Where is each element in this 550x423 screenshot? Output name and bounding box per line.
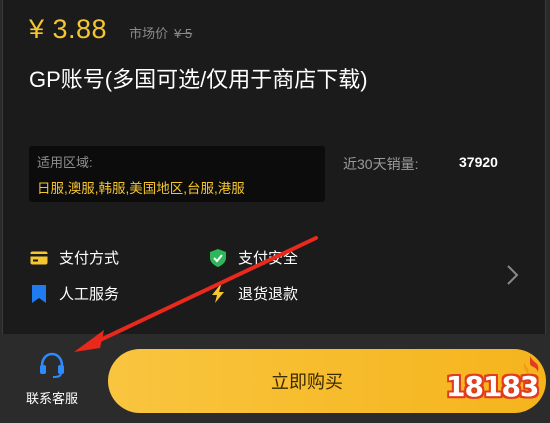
product-title: GP账号(多国可选/仅用于商店下载) xyxy=(29,67,368,92)
sales-value: 37920 xyxy=(459,154,498,170)
headset-icon xyxy=(40,352,64,378)
shield-check-icon xyxy=(208,248,228,268)
feature-human-service-label: 人工服务 xyxy=(59,286,120,303)
region-label: 适用区域: xyxy=(37,155,93,170)
chevron-right-icon[interactable] xyxy=(505,264,521,286)
market-price-label: 市场价 xyxy=(129,26,169,41)
feature-payment-method-label: 支付方式 xyxy=(59,250,120,267)
region-value: 日服,澳服,韩服,美国地区,台服,港服 xyxy=(37,181,245,196)
customer-service-label: 联系客服 xyxy=(25,391,78,406)
feature-refund-label: 退货退款 xyxy=(238,286,299,303)
price-row: ¥ 3.88 市场价 ¥ 5 xyxy=(29,14,192,45)
region-box: 适用区域: 日服,澳服,韩服,美国地区,台服,港服 xyxy=(29,146,325,202)
market-price-value: ¥ 5 xyxy=(174,26,193,41)
card-icon xyxy=(29,248,49,268)
price: ¥ 3.88 xyxy=(29,14,108,44)
buy-now-label: 立即购买 xyxy=(271,372,343,392)
bookmark-icon xyxy=(29,284,49,304)
feature-payment-security[interactable]: 支付安全 xyxy=(208,247,298,268)
sales-label: 近30天销量: xyxy=(343,156,419,172)
logo-text: 18183 xyxy=(446,370,539,403)
lightning-icon xyxy=(208,284,228,304)
customer-service-button[interactable]: 联系客服 xyxy=(0,334,104,423)
feature-human-service[interactable]: 人工服务 xyxy=(29,283,119,304)
site-logo: 18183 xyxy=(438,352,548,414)
feature-refund[interactable]: 退货退款 xyxy=(208,283,298,304)
feature-payment-method[interactable]: 支付方式 xyxy=(29,247,119,268)
product-card: ¥ 3.88 市场价 ¥ 5 GP账号(多国可选/仅用于商店下载) 适用区域: … xyxy=(2,0,546,334)
feature-payment-security-label: 支付安全 xyxy=(238,250,299,267)
